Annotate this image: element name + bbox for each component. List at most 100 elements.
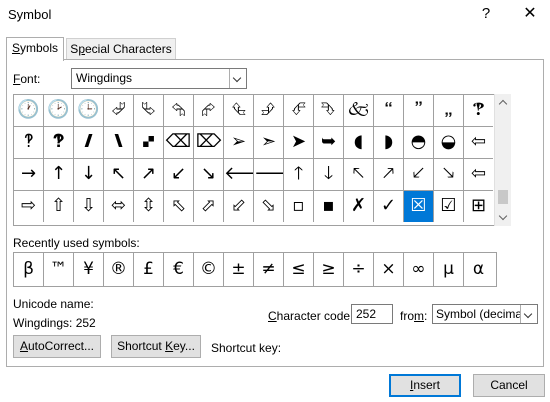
symbol-cell[interactable]: ↗ bbox=[134, 159, 164, 191]
symbol-cell[interactable]: ◒ bbox=[434, 127, 464, 159]
symbol-cell[interactable]: 🡕 bbox=[374, 159, 404, 191]
symbol-cell[interactable]: ↓ bbox=[74, 159, 104, 191]
symbol-cell[interactable]: ▪ bbox=[314, 191, 344, 222]
symbol-cell[interactable]: ➢ bbox=[224, 127, 254, 159]
tab-symbols[interactable]: Symbols bbox=[6, 37, 64, 61]
symbol-cell[interactable]: 🙽 bbox=[104, 127, 134, 159]
symbol-cell[interactable]: ◖ bbox=[344, 127, 374, 159]
close-button[interactable]: ✕ bbox=[520, 4, 540, 24]
symbol-cell[interactable]: ⊞ bbox=[464, 191, 493, 222]
symbol-cell[interactable]: ⇦ bbox=[464, 159, 493, 191]
symbol-cell[interactable]: ⌦ bbox=[194, 127, 224, 159]
symbol-cell[interactable]: 🙸 bbox=[434, 95, 464, 127]
symbol-cell[interactable]: 🕒 bbox=[74, 95, 104, 127]
character-code-input[interactable]: 252 bbox=[351, 304, 393, 324]
symbol-cell[interactable]: ⇧ bbox=[44, 191, 74, 222]
recent-symbol[interactable]: β bbox=[14, 253, 44, 286]
recent-symbol[interactable]: € bbox=[164, 253, 194, 286]
symbol-cell[interactable]: 🕐 bbox=[14, 95, 44, 127]
symbol-cell[interactable]: ☑ bbox=[434, 191, 464, 222]
symbol-cell[interactable]: ✗ bbox=[344, 191, 374, 222]
symbol-cell[interactable]: 🙺 bbox=[14, 127, 44, 159]
symbol-cell[interactable]: 🙵 bbox=[344, 95, 374, 127]
symbol-cell[interactable]: ◓ bbox=[404, 127, 434, 159]
symbol-cell[interactable]: ⇩ bbox=[74, 191, 104, 222]
chevron-down-icon[interactable] bbox=[520, 305, 537, 323]
symbol-cell[interactable]: 🡖 bbox=[434, 159, 464, 191]
symbol-cell[interactable]: ◗ bbox=[374, 127, 404, 159]
symbol-cell[interactable]: 🕑 bbox=[44, 95, 74, 127]
recent-symbol[interactable]: µ bbox=[434, 253, 464, 286]
cancel-button[interactable]: Cancel bbox=[473, 374, 545, 397]
help-button[interactable]: ? bbox=[476, 4, 496, 24]
symbol-cell[interactable]: ↘ bbox=[194, 159, 224, 191]
symbol-cell[interactable]: 🙹 bbox=[464, 95, 493, 127]
scroll-up-icon[interactable] bbox=[495, 94, 511, 110]
symbol-cell[interactable]: ⬂ bbox=[254, 191, 284, 222]
symbol-cell[interactable]: ⬁ bbox=[164, 191, 194, 222]
symbol-cell[interactable]: → bbox=[14, 159, 44, 191]
symbol-cell[interactable]: 🡑 bbox=[284, 159, 314, 191]
chevron-down-icon[interactable] bbox=[229, 69, 246, 88]
symbol-cell[interactable]: ↖ bbox=[104, 159, 134, 191]
symbol-cell[interactable]: ⮷ bbox=[314, 95, 344, 127]
recent-symbol[interactable]: ≠ bbox=[254, 253, 284, 286]
scroll-down-icon[interactable] bbox=[495, 210, 511, 226]
symbol-cell[interactable]: ➤ bbox=[284, 127, 314, 159]
recent-symbol[interactable]: ∞ bbox=[404, 253, 434, 286]
symbol-cell[interactable]: ⬀ bbox=[194, 191, 224, 222]
symbol-cell[interactable]: ⮳ bbox=[194, 95, 224, 127]
symbol-cell[interactable]: ▫ bbox=[284, 191, 314, 222]
shortcut-key-label-start: Shortcut bbox=[117, 339, 166, 353]
recent-symbol[interactable]: £ bbox=[134, 253, 164, 286]
symbol-cell[interactable]: 🡒 bbox=[254, 159, 284, 191]
autocorrect-button[interactable]: AutoCorrect... bbox=[13, 335, 101, 358]
shortcut-key-button[interactable]: Shortcut Key... bbox=[111, 335, 201, 358]
symbol-cell[interactable]: ↙ bbox=[164, 159, 194, 191]
insert-button[interactable]: Insert bbox=[389, 374, 461, 397]
symbol-cell[interactable]: ➥ bbox=[314, 127, 344, 159]
recent-symbol[interactable]: α bbox=[464, 253, 493, 286]
symbol-cell[interactable]: ↑ bbox=[44, 159, 74, 191]
symbol-cell[interactable]: ➣ bbox=[254, 127, 284, 159]
symbol-cell[interactable]: 🙾 bbox=[134, 127, 164, 159]
symbol-cell[interactable]: ⮲ bbox=[164, 95, 194, 127]
recent-symbol[interactable]: ® bbox=[104, 253, 134, 286]
recent-symbol[interactable]: × bbox=[374, 253, 404, 286]
character-code-value: 252 bbox=[356, 307, 377, 321]
symbol-cell[interactable]: ⬄ bbox=[104, 191, 134, 222]
symbol-cell[interactable]: ⮱ bbox=[134, 95, 164, 127]
scroll-thumb[interactable] bbox=[498, 190, 508, 204]
symbol-cell[interactable]: ⇦ bbox=[464, 127, 493, 159]
symbol-cell[interactable]: ⮴ bbox=[224, 95, 254, 127]
symbol-cell-selected[interactable]: ☒ bbox=[404, 191, 434, 222]
symbol-cell[interactable]: 🡔 bbox=[344, 159, 374, 191]
recent-symbol[interactable]: ™ bbox=[44, 253, 74, 286]
symbol-cell[interactable]: ⮵ bbox=[254, 95, 284, 127]
symbol-cell[interactable]: 🙶 bbox=[374, 95, 404, 127]
recent-symbol[interactable]: © bbox=[194, 253, 224, 286]
font-select[interactable]: Wingdings bbox=[71, 68, 247, 89]
from-select[interactable]: Symbol (decimal) bbox=[432, 304, 538, 324]
shortcut-key-label: Shortcut key: bbox=[211, 341, 282, 355]
symbol-grid-scrollbar[interactable] bbox=[494, 94, 511, 226]
tab-special-characters[interactable]: Special Characters bbox=[66, 38, 176, 60]
symbol-cell[interactable]: 🙷 bbox=[404, 95, 434, 127]
symbol-cell[interactable]: 🡐 bbox=[224, 159, 254, 191]
recent-symbol[interactable]: ≤ bbox=[284, 253, 314, 286]
symbol-cell[interactable]: ⇳ bbox=[134, 191, 164, 222]
recent-symbol[interactable]: ≥ bbox=[314, 253, 344, 286]
recent-symbol[interactable]: ÷ bbox=[344, 253, 374, 286]
symbol-cell[interactable]: 🡗 bbox=[404, 159, 434, 191]
symbol-cell[interactable]: 🡓 bbox=[314, 159, 344, 191]
symbol-cell[interactable]: ⬃ bbox=[224, 191, 254, 222]
symbol-cell[interactable]: ✓ bbox=[374, 191, 404, 222]
symbol-cell[interactable]: ⮰ bbox=[104, 95, 134, 127]
symbol-cell[interactable]: 🙼 bbox=[74, 127, 104, 159]
recent-symbol[interactable]: ¥ bbox=[74, 253, 104, 286]
symbol-cell[interactable]: ⮶ bbox=[284, 95, 314, 127]
symbol-cell[interactable]: ⇨ bbox=[14, 191, 44, 222]
recent-symbol[interactable]: ± bbox=[224, 253, 254, 286]
symbol-cell[interactable]: 🙻 bbox=[44, 127, 74, 159]
symbol-cell[interactable]: ⌫ bbox=[164, 127, 194, 159]
